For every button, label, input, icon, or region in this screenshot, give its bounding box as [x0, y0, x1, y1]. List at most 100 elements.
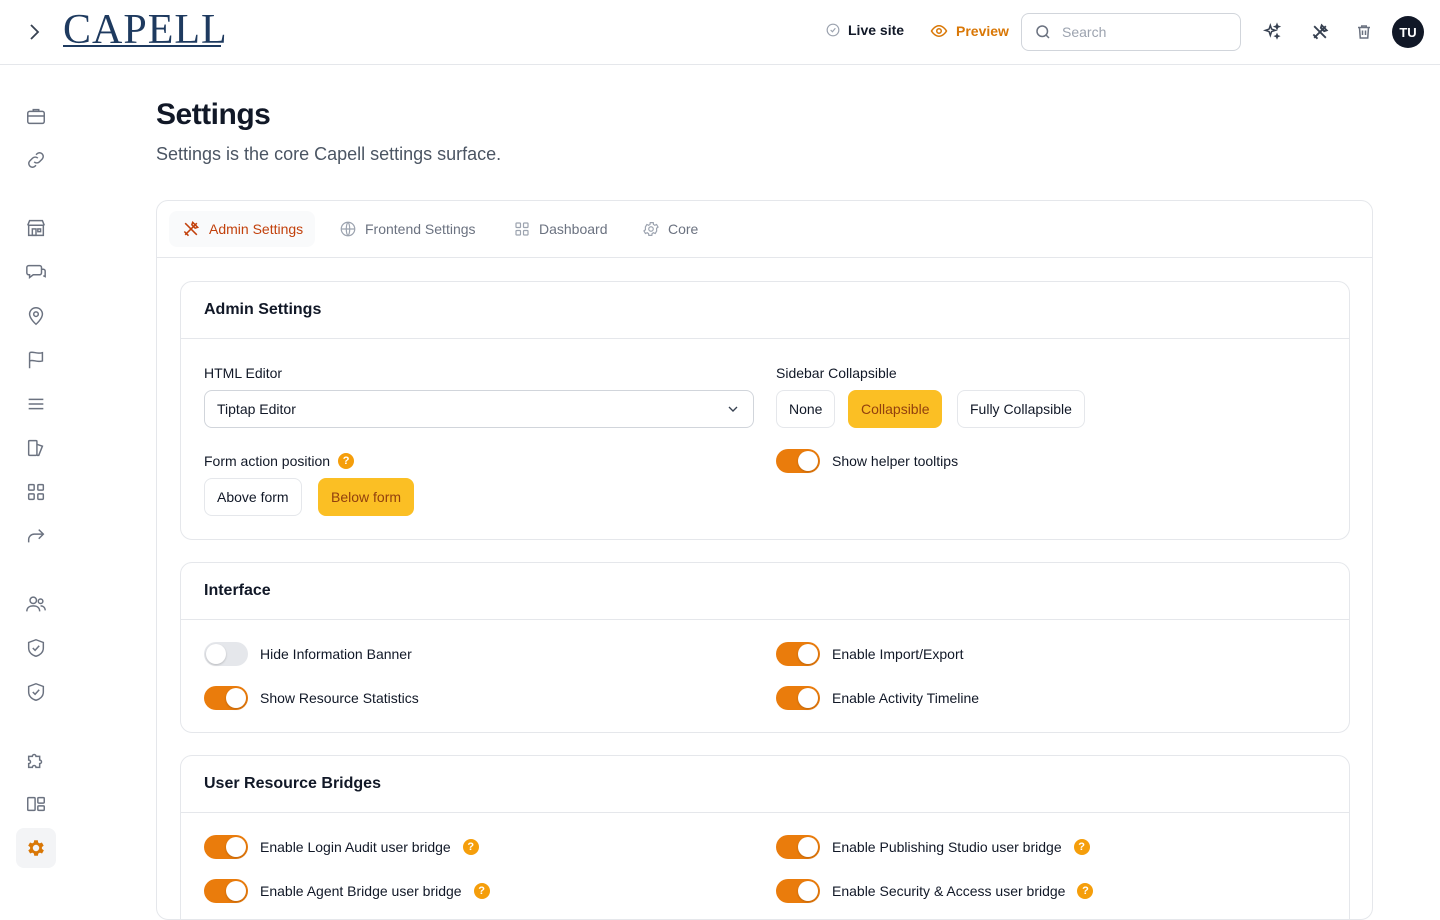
search-input[interactable]: [1062, 24, 1212, 40]
tab-bar: Admin Settings Frontend Settings Dashboa…: [157, 201, 1372, 258]
publishing-studio-row: Enable Publishing Studio user bridge ?: [776, 835, 1090, 859]
publishing-studio-toggle[interactable]: [776, 835, 820, 859]
helper-tooltips-row: Show helper tooltips: [776, 449, 958, 473]
import-export-toggle[interactable]: [776, 642, 820, 666]
toggle-knob: [226, 881, 246, 901]
menu-icon[interactable]: [16, 384, 56, 424]
help-icon[interactable]: ?: [462, 839, 479, 855]
live-site-link[interactable]: Live site: [826, 22, 904, 38]
user-resource-bridges-card: User Resource Bridges Enable Login Audit…: [180, 755, 1350, 919]
user-avatar[interactable]: TU: [1392, 16, 1424, 48]
html-editor-select[interactable]: Tiptap Editor: [204, 390, 754, 428]
toggle-knob: [226, 688, 246, 708]
sidebar-option-fully-collapsible[interactable]: Fully Collapsible: [957, 390, 1085, 428]
preview-link[interactable]: Preview: [930, 22, 1009, 40]
form-action-below[interactable]: Below form: [318, 478, 415, 516]
expand-sidebar-icon[interactable]: [22, 20, 46, 44]
gear-icon: [643, 222, 659, 236]
sidebar-option-collapsible[interactable]: Collapsible: [848, 390, 943, 428]
security-access-toggle[interactable]: [776, 879, 820, 903]
logo-underline: [63, 45, 221, 47]
tools-icon[interactable]: [1308, 20, 1332, 44]
map-pin-icon[interactable]: [16, 296, 56, 336]
activity-timeline-toggle[interactable]: [776, 686, 820, 710]
help-icon[interactable]: ?: [473, 883, 490, 899]
toggle-knob: [226, 837, 246, 857]
card-title: Interface: [181, 563, 1349, 620]
toggle-label: Enable Agent Bridge user bridge: [260, 883, 462, 899]
label-text: Sidebar Collapsible: [776, 365, 897, 381]
tab-dashboard[interactable]: Dashboard: [501, 211, 620, 247]
import-export-row: Enable Import/Export: [776, 642, 964, 666]
helper-tooltips-toggle[interactable]: [776, 449, 820, 473]
check-circle-icon: [826, 23, 840, 37]
sparkles-icon[interactable]: [1260, 20, 1284, 44]
toggle-knob: [798, 837, 818, 857]
toggle-knob: [798, 881, 818, 901]
form-action-above[interactable]: Above form: [204, 478, 302, 516]
search-icon: [1036, 25, 1050, 39]
shield-check-icon[interactable]: [16, 628, 56, 668]
tab-core[interactable]: Core: [630, 211, 710, 247]
hide-info-banner-row: Hide Information Banner: [204, 642, 412, 666]
agent-bridge-row: Enable Agent Bridge user bridge ?: [204, 879, 490, 903]
grid-icon[interactable]: [16, 472, 56, 512]
settings-gear-icon[interactable]: [16, 828, 56, 868]
live-site-label: Live site: [848, 22, 905, 38]
puzzle-icon[interactable]: [16, 740, 56, 780]
tab-frontend-settings[interactable]: Frontend Settings: [327, 211, 488, 247]
redirect-icon[interactable]: [16, 516, 56, 556]
eye-icon: [930, 24, 948, 38]
globe-icon: [340, 221, 356, 237]
toggle-knob: [798, 451, 818, 471]
toggle-knob: [798, 644, 818, 664]
toggle-label: Enable Import/Export: [832, 646, 964, 662]
grid-icon: [515, 222, 529, 236]
hide-info-banner-toggle[interactable]: [204, 642, 248, 666]
toggle-label: Enable Publishing Studio user bridge: [832, 839, 1062, 855]
trash-icon[interactable]: [1352, 20, 1376, 44]
link-icon[interactable]: [16, 140, 56, 180]
sidebar: [0, 65, 72, 900]
login-audit-toggle[interactable]: [204, 835, 248, 859]
help-icon[interactable]: ?: [1077, 883, 1094, 899]
toggle-label: Show Resource Statistics: [260, 690, 419, 706]
sidebar-collapsible-label: Sidebar Collapsible: [776, 365, 897, 381]
chat-icon[interactable]: [16, 252, 56, 292]
users-icon[interactable]: [16, 584, 56, 624]
toggle-knob: [206, 644, 226, 664]
search-box[interactable]: [1021, 13, 1241, 51]
tab-label: Dashboard: [539, 221, 608, 237]
sidebar-option-none[interactable]: None: [776, 390, 836, 428]
tab-admin-settings[interactable]: Admin Settings: [169, 211, 316, 247]
preview-label: Preview: [956, 23, 1009, 39]
label-text: HTML Editor: [204, 365, 283, 381]
help-icon[interactable]: ?: [1073, 839, 1090, 855]
toggle-label: Enable Login Audit user bridge: [260, 839, 451, 855]
toggle-label: Hide Information Banner: [260, 646, 412, 662]
html-editor-label: HTML Editor: [204, 365, 282, 381]
help-icon[interactable]: ?: [338, 453, 355, 469]
toggle-label: Enable Security & Access user bridge: [832, 883, 1066, 899]
agent-bridge-toggle[interactable]: [204, 879, 248, 903]
toggle-label: Enable Activity Timeline: [832, 690, 980, 706]
form-action-label: Form action position ?: [204, 453, 355, 469]
security-access-row: Enable Security & Access user bridge ?: [776, 879, 1094, 903]
chevron-down-icon: [728, 406, 738, 412]
tab-label: Admin Settings: [209, 221, 304, 237]
page-subtitle: Settings is the core Capell settings sur…: [156, 144, 502, 164]
page-title: Settings: [156, 98, 271, 131]
shield-check-icon[interactable]: [16, 672, 56, 712]
label-text: Form action position: [204, 453, 331, 469]
activity-timeline-row: Enable Activity Timeline: [776, 686, 979, 710]
resource-stats-toggle[interactable]: [204, 686, 248, 710]
store-icon[interactable]: [16, 208, 56, 248]
layers-icon[interactable]: [16, 428, 56, 468]
interface-card: Interface Hide Information Banner Enable…: [180, 562, 1350, 733]
briefcase-icon[interactable]: [16, 96, 56, 136]
layout-icon[interactable]: [16, 784, 56, 824]
flag-icon[interactable]: [16, 340, 56, 380]
toggle-knob: [798, 688, 818, 708]
top-bar: CAPELL Live site Preview TU: [0, 0, 1440, 65]
card-title: Admin Settings: [181, 282, 1349, 339]
